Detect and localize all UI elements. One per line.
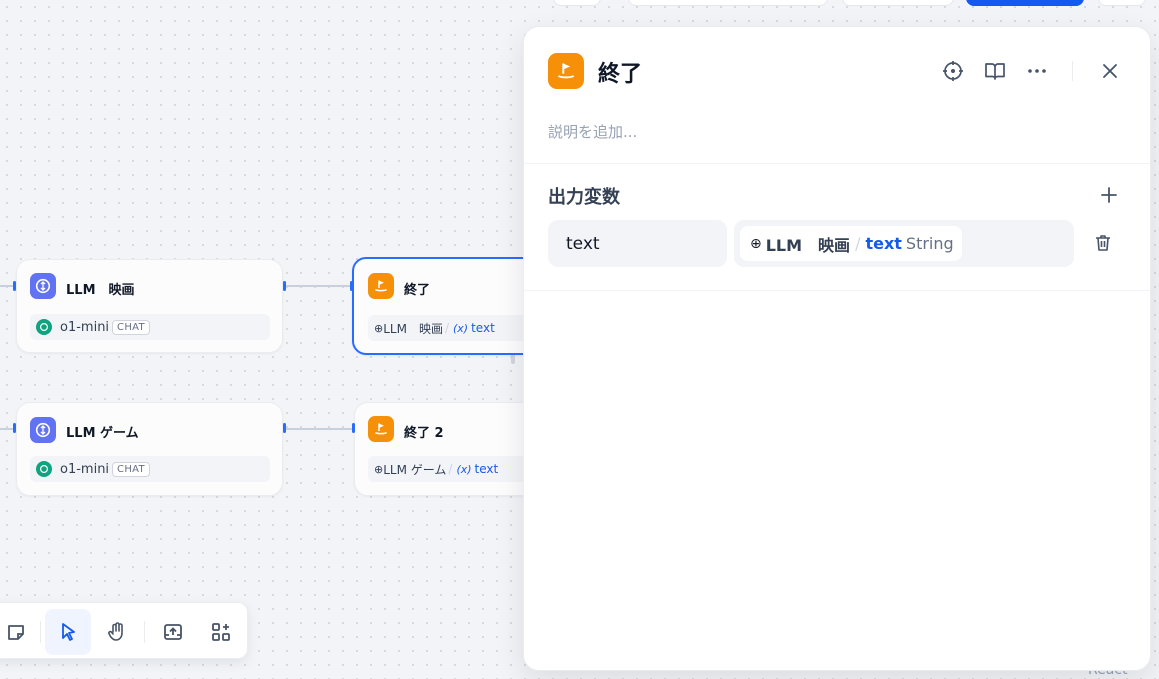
node-title: 終了 [404, 283, 431, 298]
edge-llm-movie-to-end [286, 285, 352, 287]
node-title: 終了 2 [404, 426, 444, 441]
export-image-button[interactable] [150, 609, 196, 655]
edge-left-1 [0, 285, 14, 287]
node-end[interactable]: 終了 ⊕ LLM 映画 / (x) text [352, 257, 542, 355]
plus-icon [1101, 187, 1117, 203]
model-name: o1-mini [60, 461, 110, 477]
var-source-node: LLM ゲーム [383, 462, 447, 477]
var-name: text [471, 321, 495, 335]
node-end-2[interactable]: 終了 2 ⊕ LLM ゲーム / (x) text [354, 402, 540, 496]
llm-small-icon: ⊕ [374, 462, 384, 476]
header-divider [1072, 61, 1073, 81]
node-llm-movie[interactable]: LLM 映画 o1-mini CHAT [16, 259, 283, 353]
delete-variable-button[interactable] [1091, 231, 1115, 255]
llm-small-icon: ⊕ [374, 321, 384, 335]
mode-badge: CHAT [112, 319, 150, 335]
grid-add-icon [212, 623, 230, 641]
description-input[interactable]: 説明を追加... [548, 121, 637, 142]
top-button-5[interactable] [1098, 0, 1146, 6]
ref-var-type: String [905, 234, 954, 253]
node-title: LLM ゲーム [66, 426, 139, 441]
edge-llm-game-to-end2 [286, 428, 352, 430]
publish-button[interactable] [966, 0, 1084, 6]
top-button-1[interactable] [553, 0, 601, 6]
crosshair-icon [943, 61, 963, 81]
llm-small-icon: ⊕ [750, 235, 762, 252]
openai-icon [36, 461, 52, 477]
add-note-button[interactable] [0, 609, 39, 655]
toolbar-divider [144, 621, 145, 643]
node-handle[interactable] [283, 281, 286, 291]
top-button-2[interactable] [628, 0, 828, 6]
model-name: o1-mini [60, 319, 110, 335]
node-settings-panel: 終了 説明を追加... 出力変数 text ⊕ LLM 映画 / text String [523, 26, 1151, 671]
sticky-note-icon [8, 625, 24, 640]
ref-node-name: LLM 映画 [765, 235, 851, 255]
add-variable-button[interactable] [1097, 183, 1121, 207]
ref-var-name: text [865, 234, 902, 253]
variable-name-input[interactable]: text [548, 220, 727, 267]
output-var-row: ⊕ LLM 映画 / (x) text [368, 315, 538, 341]
close-panel-button[interactable] [1098, 59, 1122, 83]
variable-icon: (x) [453, 321, 469, 335]
close-icon [1103, 64, 1117, 78]
toolbar-divider [40, 621, 41, 643]
organize-blocks-button[interactable] [198, 609, 244, 655]
hand-mode-button[interactable] [94, 609, 140, 655]
edge-left-2 [0, 428, 14, 430]
llm-icon [30, 273, 56, 299]
end-icon [548, 53, 584, 89]
pointer-mode-button[interactable] [45, 609, 91, 655]
section-divider [524, 290, 1150, 291]
var-separator: / [448, 462, 453, 476]
image-export-icon [164, 624, 182, 640]
canvas-toolbar [0, 602, 248, 659]
trash-icon [1096, 235, 1110, 251]
var-separator: / [444, 321, 449, 335]
node-handle[interactable] [13, 423, 16, 433]
ref-separator: / [855, 234, 861, 253]
node-handle[interactable] [352, 423, 355, 433]
openai-icon [36, 319, 52, 335]
end-icon [368, 416, 394, 442]
var-name: text [474, 462, 499, 476]
locate-node-button[interactable] [941, 59, 965, 83]
section-divider [524, 163, 1150, 164]
node-handle[interactable] [13, 281, 16, 291]
help-docs-button[interactable] [983, 59, 1007, 83]
node-title: LLM 映画 [66, 283, 135, 298]
variable-icon: (x) [456, 462, 472, 476]
mode-badge: CHAT [112, 461, 150, 477]
llm-icon [30, 417, 56, 443]
model-row: o1-mini CHAT [30, 314, 270, 340]
output-var-row: ⊕ LLM ゲーム / (x) text [368, 456, 538, 482]
node-handle[interactable] [350, 281, 353, 291]
model-row: o1-mini CHAT [30, 456, 270, 482]
variable-reference-selector[interactable]: ⊕ LLM 映画 / text String [734, 220, 1074, 267]
book-icon [985, 63, 1005, 80]
node-handle[interactable] [283, 423, 286, 433]
node-llm-game[interactable]: LLM ゲーム o1-mini CHAT [16, 402, 283, 496]
panel-title[interactable]: 終了 [598, 56, 642, 88]
top-button-3[interactable] [842, 0, 954, 6]
variable-reference-chip[interactable]: ⊕ LLM 映画 / text String [740, 226, 962, 261]
cursor-icon [62, 623, 75, 641]
hand-icon [108, 622, 123, 641]
output-variables-title: 出力変数 [548, 187, 620, 208]
var-source-node: LLM 映画 [383, 321, 443, 336]
end-icon [368, 273, 394, 299]
more-options-button[interactable] [1025, 59, 1049, 83]
more-horizontal-icon [1028, 69, 1046, 73]
